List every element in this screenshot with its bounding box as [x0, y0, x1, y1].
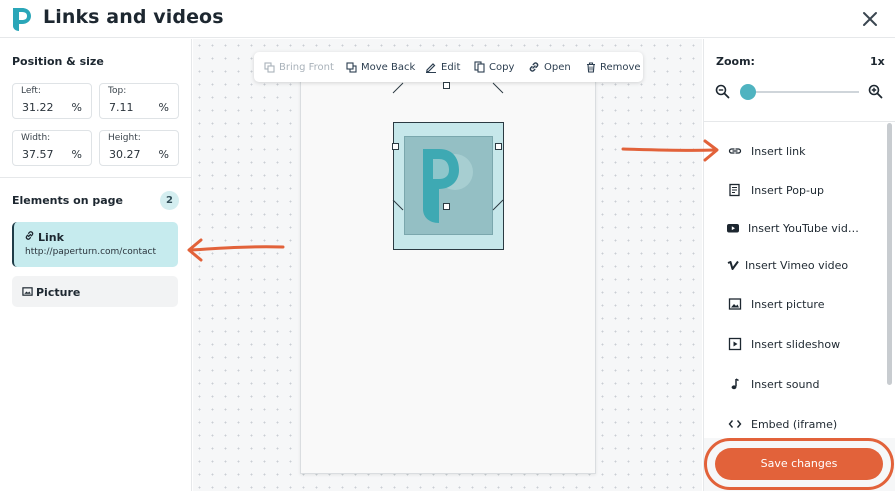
element-toolbar: Bring Front Move Back Edit Copy Open Rem…	[254, 52, 643, 82]
insert-slideshow-item[interactable]: Insert slideshow	[704, 329, 886, 359]
open-label: Open	[544, 61, 571, 73]
element-link-name: Link	[38, 231, 64, 244]
pencil-icon	[426, 63, 436, 73]
width-unit: %	[71, 148, 82, 161]
insert-list: Insert link Insert Pop-up Insert YouTube…	[704, 121, 895, 439]
picture-icon	[22, 287, 33, 296]
code-icon	[728, 420, 742, 428]
insert-link-icon	[728, 148, 742, 154]
embed-iframe-item[interactable]: Embed (iframe)	[704, 409, 886, 439]
insert-list-scrollbar[interactable]	[887, 123, 892, 385]
vimeo-icon	[727, 260, 739, 270]
insert-popup-label: Insert Pop-up	[751, 183, 824, 197]
element-item-picture[interactable]: Picture	[12, 276, 178, 307]
insert-vimeo-label: Insert Vimeo video	[745, 258, 849, 272]
close-icon[interactable]	[860, 9, 880, 29]
properties-panel: Position & size Left: 31.22 % Top: 7.11 …	[0, 39, 192, 491]
insert-link-item[interactable]: Insert link	[704, 136, 886, 166]
slideshow-icon	[728, 337, 742, 351]
height-label: Height:	[108, 133, 141, 143]
width-field[interactable]: Width: 37.57 %	[12, 130, 92, 166]
edit-label: Edit	[441, 61, 461, 73]
section-divider	[0, 177, 191, 178]
zoom-slider-thumb[interactable]	[740, 84, 756, 100]
bring-front-button[interactable]: Bring Front	[264, 52, 334, 82]
insert-panel: Zoom: 1x Insert link Insert Pop-up Inser…	[703, 39, 895, 491]
save-changes-button[interactable]: Save changes	[715, 448, 883, 480]
elements-heading: Elements on page	[12, 194, 123, 207]
insert-vimeo-item[interactable]: Insert Vimeo video	[704, 250, 886, 280]
elements-count-badge: 2	[160, 191, 179, 210]
element-item-link[interactable]: Link http://paperturn.com/contact	[12, 222, 178, 267]
header: Links and videos	[0, 0, 895, 38]
element-picture-name: Picture	[36, 286, 81, 299]
corner-handles	[392, 82, 504, 211]
link-icon	[25, 231, 34, 240]
annotation-arrow-right	[621, 139, 719, 162]
youtube-icon	[727, 224, 739, 233]
zoom-out-icon[interactable]	[715, 84, 730, 99]
insert-youtube-item[interactable]: Insert YouTube vid…	[704, 213, 886, 243]
popup-icon	[729, 183, 740, 197]
insert-sound-item[interactable]: Insert sound	[704, 369, 886, 399]
link-open-icon	[529, 62, 539, 72]
insert-slideshow-label: Insert slideshow	[751, 337, 841, 351]
dialog-title: Links and videos	[43, 6, 224, 28]
left-label: Left:	[21, 86, 41, 96]
width-label: Width:	[21, 133, 51, 143]
bring-front-icon	[264, 61, 275, 73]
height-value[interactable]: 30.27	[109, 148, 141, 161]
picture-icon	[728, 298, 742, 310]
top-value[interactable]: 7.11	[109, 101, 134, 114]
insert-youtube-label: Insert YouTube vid…	[748, 221, 859, 235]
edit-button[interactable]: Edit	[425, 52, 460, 82]
height-field[interactable]: Height: 30.27 %	[99, 130, 179, 166]
annotation-arrow-left	[187, 238, 285, 262]
zoom-slider-track[interactable]	[747, 91, 859, 93]
top-label: Top:	[108, 86, 127, 96]
embed-iframe-label: Embed (iframe)	[751, 417, 838, 431]
copy-button[interactable]: Copy	[474, 52, 514, 82]
zoom-label: Zoom:	[716, 55, 755, 68]
insert-picture-label: Insert picture	[751, 297, 825, 311]
music-note-icon	[731, 378, 739, 390]
copy-icon	[474, 61, 485, 73]
bring-front-label: Bring Front	[279, 61, 334, 73]
zoom-value: 1x	[870, 55, 885, 68]
open-button[interactable]: Open	[528, 52, 571, 82]
insert-link-label: Insert link	[751, 144, 806, 158]
zoom-in-icon[interactable]	[868, 84, 883, 99]
move-back-label: Move Back	[361, 61, 416, 73]
remove-button[interactable]: Remove	[586, 52, 641, 82]
width-value[interactable]: 37.57	[22, 148, 54, 161]
remove-label: Remove	[600, 61, 641, 73]
left-field[interactable]: Left: 31.22 %	[12, 83, 92, 119]
top-field[interactable]: Top: 7.11 %	[99, 83, 179, 119]
left-value[interactable]: 31.22	[22, 101, 54, 114]
move-back-icon	[346, 61, 357, 73]
paperturn-logo	[13, 8, 31, 31]
move-back-button[interactable]: Move Back	[346, 52, 415, 82]
top-unit: %	[158, 101, 169, 114]
trash-icon	[587, 61, 595, 73]
insert-picture-item[interactable]: Insert picture	[704, 289, 886, 319]
position-size-heading: Position & size	[12, 55, 104, 68]
height-unit: %	[158, 148, 169, 161]
element-link-url: http://paperturn.com/contact	[25, 247, 157, 257]
left-unit: %	[71, 101, 82, 114]
copy-label: Copy	[489, 61, 515, 73]
insert-popup-item[interactable]: Insert Pop-up	[704, 175, 886, 205]
insert-sound-label: Insert sound	[751, 377, 820, 391]
